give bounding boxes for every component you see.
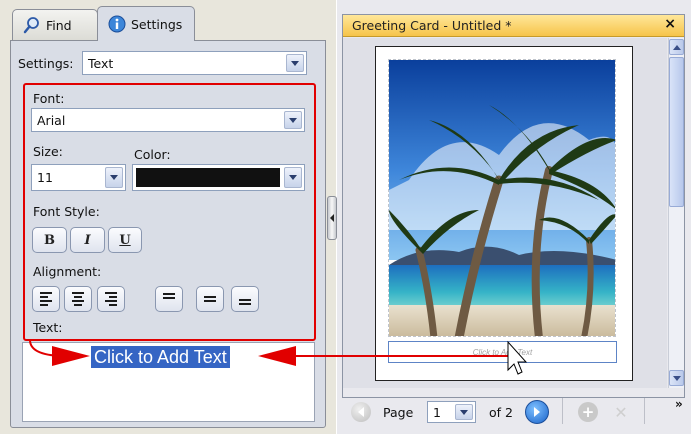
tab-settings-label: Settings xyxy=(131,16,183,32)
info-icon xyxy=(108,15,126,33)
mouse-cursor-icon xyxy=(507,340,528,375)
callout-overlay xyxy=(29,339,528,375)
tab-settings[interactable]: Settings xyxy=(97,6,195,41)
callout-arrows xyxy=(29,339,508,366)
